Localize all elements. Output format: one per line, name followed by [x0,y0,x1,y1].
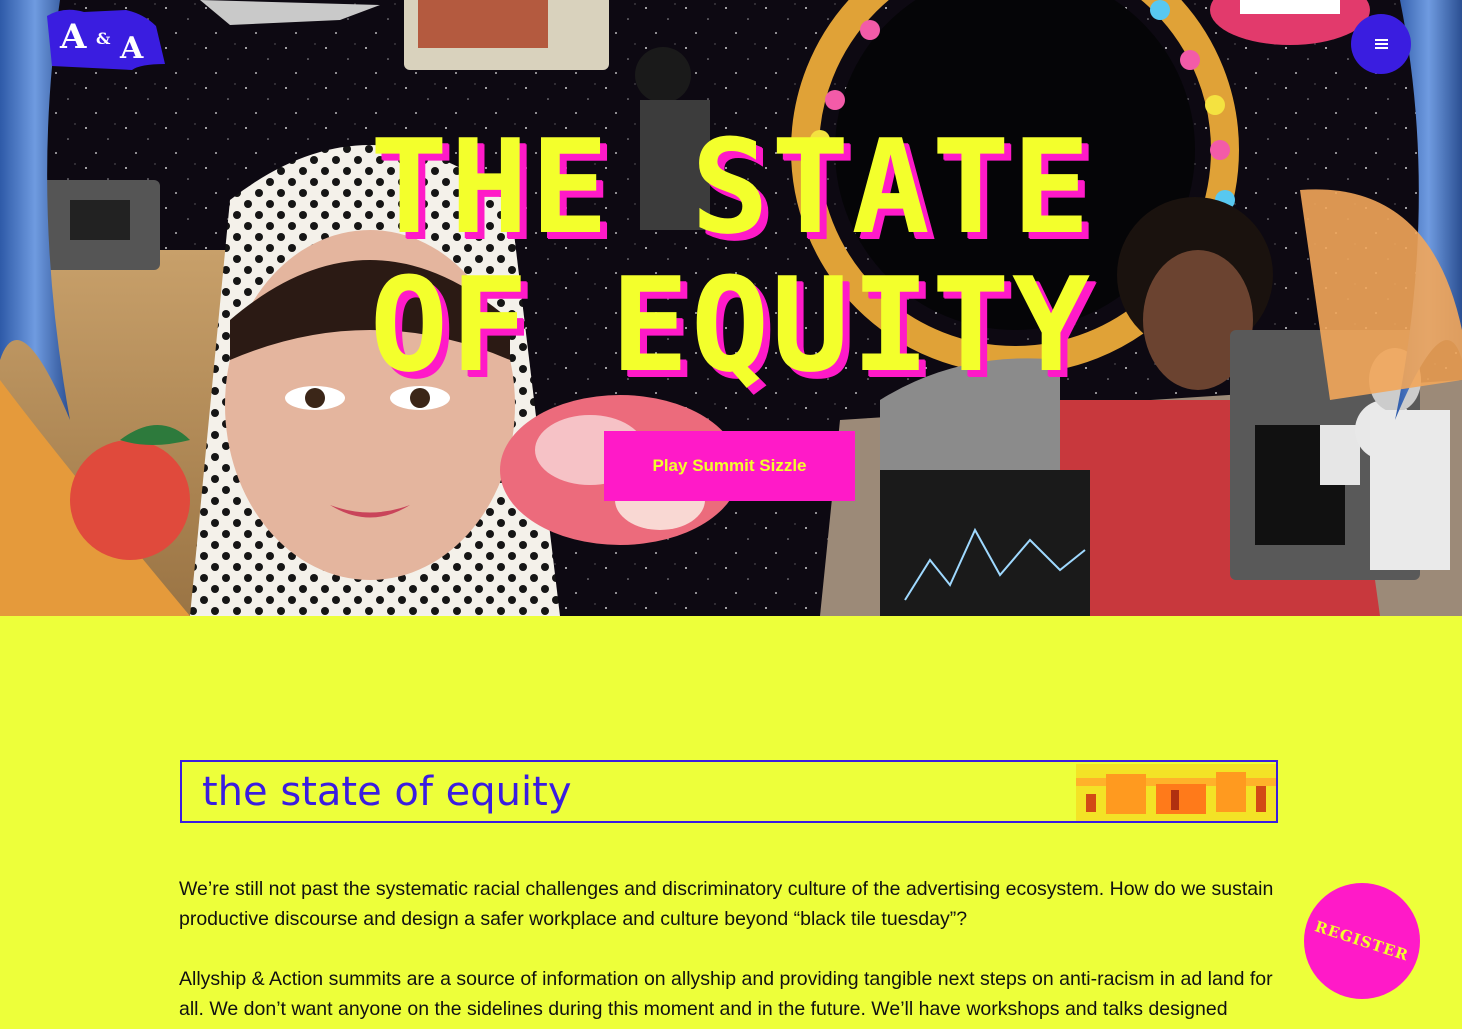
glitch-decoration-image [1076,764,1276,821]
register-button[interactable]: REGISTER [1304,883,1420,999]
section-heading-box: the state of equity [180,760,1278,823]
menu-button[interactable] [1351,14,1411,74]
svg-text:A: A [119,31,144,66]
section-heading: the state of equity [202,769,572,815]
intro-paragraph-2: Allyship & Action summits are a source o… [179,968,1273,1020]
svg-text:A: A [59,17,87,57]
logo-mark: A & A [47,9,165,70]
intro-paragraph-1: We’re still not past the systematic raci… [179,878,1274,930]
hero-section: A & A THE STATE OF EQUITY Play Summit Si… [0,0,1462,616]
hamburger-menu-icon [1374,39,1388,49]
aa-logo-icon[interactable]: A & A [44,6,168,72]
hero-title: THE STATE OF EQUITY [0,118,1462,394]
play-summit-sizzle-button[interactable]: Play Summit Sizzle [604,431,855,501]
hero-title-line-2: OF EQUITY [369,249,1093,401]
svg-text:&: & [96,29,111,48]
hero-title-line-1: THE STATE [369,111,1093,263]
register-label: REGISTER [1312,917,1412,965]
